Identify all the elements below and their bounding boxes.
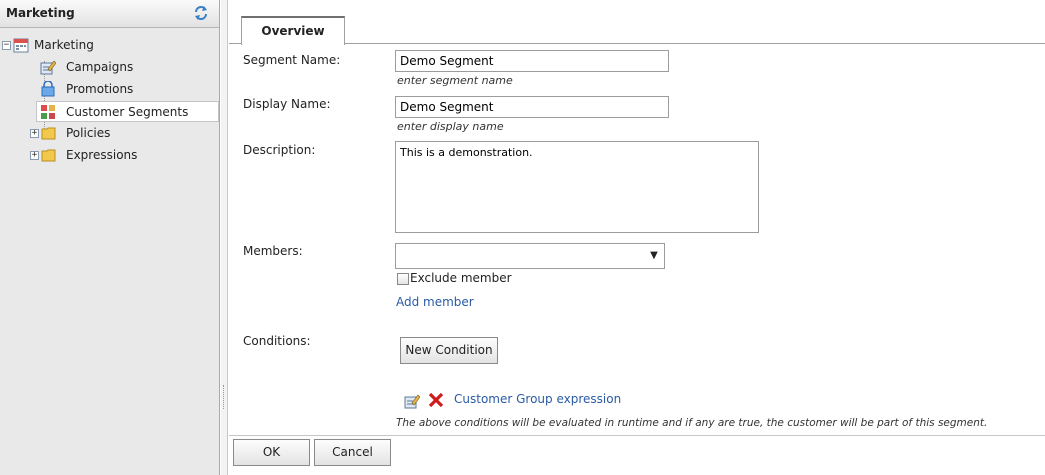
- members-select[interactable]: ▼: [395, 243, 665, 269]
- display-name-hint: enter display name: [397, 120, 504, 133]
- chevron-down-icon[interactable]: ▼: [644, 244, 664, 268]
- segment-name-label: Segment Name:: [243, 53, 341, 67]
- exclude-member-checkbox[interactable]: [397, 273, 409, 285]
- conditions-note: The above conditions will be evaluated i…: [396, 417, 988, 429]
- navigation-panel: Marketing − Marketing Campaigns Promotio…: [0, 0, 220, 475]
- segments-icon: [41, 105, 55, 119]
- tree-item-promotions[interactable]: Promotions: [0, 79, 219, 100]
- tab-bar: Overview: [229, 0, 1045, 45]
- refresh-icon[interactable]: [193, 5, 209, 21]
- new-condition-button[interactable]: New Condition: [400, 337, 498, 364]
- conditions-label: Conditions:: [243, 334, 311, 348]
- navigation-header: Marketing: [0, 0, 219, 28]
- tree-item-label: Marketing: [34, 38, 94, 52]
- tab-overview[interactable]: Overview: [241, 16, 345, 45]
- tree-item-marketing[interactable]: − Marketing: [0, 35, 219, 56]
- exclude-member-label: Exclude member: [410, 271, 512, 285]
- delete-icon[interactable]: [428, 392, 444, 408]
- tree-item-label: Customer Segments: [66, 105, 189, 119]
- calendar-icon: [13, 38, 29, 53]
- members-label: Members:: [243, 244, 303, 258]
- segment-name-input[interactable]: [395, 50, 669, 72]
- collapse-icon[interactable]: −: [2, 41, 11, 50]
- tree-item-campaigns[interactable]: Campaigns: [0, 57, 219, 78]
- display-name-label: Display Name:: [243, 97, 331, 111]
- tree-item-label: Expressions: [66, 148, 138, 162]
- ok-button[interactable]: OK: [233, 439, 310, 466]
- folder-icon: [41, 149, 56, 162]
- splitter-grip[interactable]: [223, 385, 226, 409]
- tree-item-expressions[interactable]: + Expressions: [0, 145, 219, 166]
- condition-item-link[interactable]: Customer Group expression: [454, 392, 621, 406]
- shopping-bag-icon: [41, 81, 55, 97]
- display-name-input[interactable]: [395, 96, 669, 118]
- expand-icon[interactable]: +: [30, 151, 39, 160]
- tree-item-label: Promotions: [66, 82, 134, 96]
- expand-icon[interactable]: +: [30, 129, 39, 138]
- edit-icon[interactable]: [404, 393, 420, 409]
- navigation-tree: − Marketing Campaigns Promotions Custome…: [0, 28, 219, 166]
- segment-name-hint: enter segment name: [397, 74, 513, 87]
- description-textarea[interactable]: This is a demonstration.: [395, 141, 759, 233]
- edit-document-icon: [40, 60, 56, 75]
- description-label: Description:: [243, 143, 316, 157]
- panel-splitter[interactable]: [221, 0, 228, 475]
- tree-item-label: Campaigns: [66, 60, 134, 74]
- add-member-link[interactable]: Add member: [396, 295, 474, 309]
- navigation-title: Marketing: [6, 6, 75, 20]
- folder-icon: [41, 127, 56, 140]
- cancel-button[interactable]: Cancel: [314, 439, 391, 466]
- tree-item-customer-segments[interactable]: Customer Segments: [36, 101, 219, 122]
- tree-item-policies[interactable]: + Policies: [0, 123, 219, 144]
- tree-item-label: Policies: [66, 126, 111, 140]
